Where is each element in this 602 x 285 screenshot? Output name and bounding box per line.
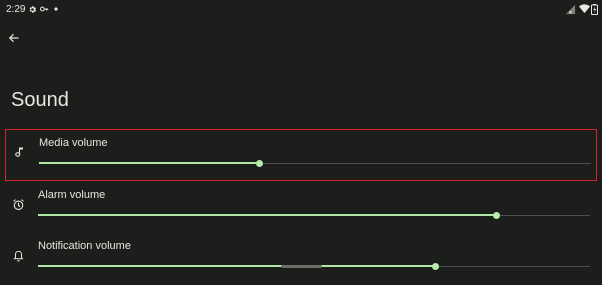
slider-fill xyxy=(38,265,436,267)
notification-volume-row: Notification volume xyxy=(5,233,597,285)
vpn-key-icon xyxy=(38,3,50,15)
page-title: Sound xyxy=(11,89,69,111)
status-bar: 2:29 xyxy=(0,0,602,20)
wifi-icon xyxy=(578,3,590,15)
alarm-volume-slider[interactable] xyxy=(38,211,590,219)
slider-thumb[interactable] xyxy=(431,262,439,270)
slider-thumb[interactable] xyxy=(492,211,500,219)
music-note-icon xyxy=(11,144,27,160)
battery-icon xyxy=(590,3,599,15)
alarm-volume-row: Alarm volume xyxy=(5,181,597,233)
slider-fill xyxy=(39,162,260,164)
back-button[interactable] xyxy=(4,28,24,48)
arrow-back-icon xyxy=(8,32,20,44)
slider-thumb[interactable] xyxy=(256,159,264,167)
status-time: 2:29 xyxy=(6,4,26,15)
gear-icon xyxy=(26,3,38,15)
media-volume-row: Media volume xyxy=(5,129,597,181)
slider-fill xyxy=(38,214,497,216)
setting-label: Media volume xyxy=(39,137,108,149)
dot-icon xyxy=(50,3,62,15)
bell-icon xyxy=(10,248,26,264)
setting-label: Notification volume xyxy=(38,240,131,252)
alarm-clock-icon xyxy=(10,196,26,212)
setting-label: Alarm volume xyxy=(38,189,106,201)
media-volume-slider[interactable] xyxy=(39,159,591,167)
signal-icon xyxy=(564,3,576,15)
